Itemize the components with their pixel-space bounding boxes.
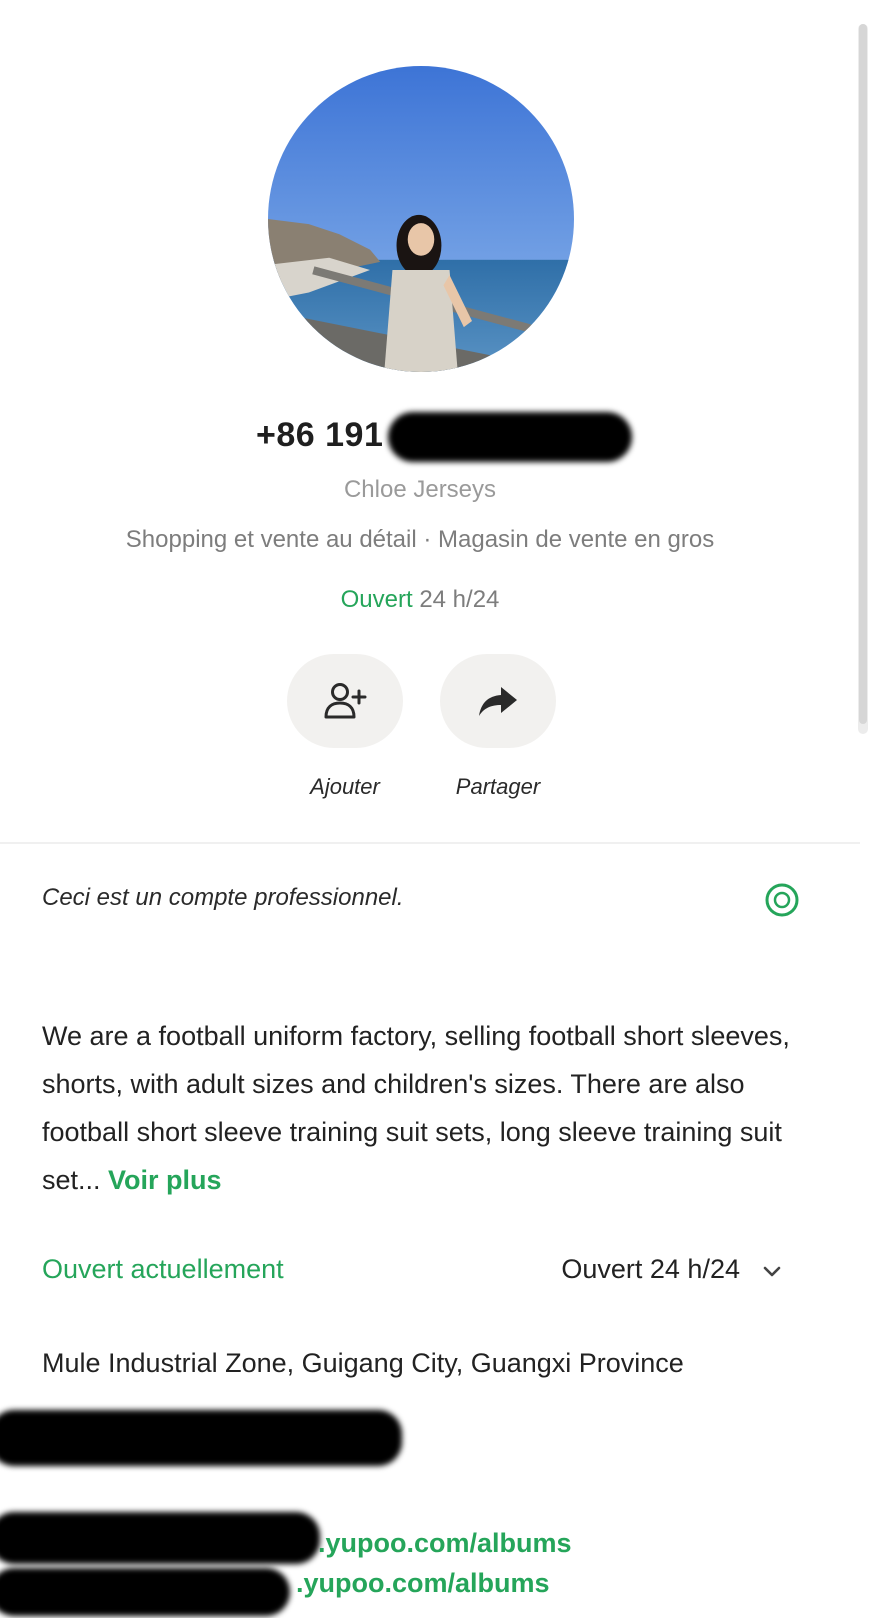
profile-avatar[interactable] <box>268 66 574 372</box>
hours-summary: Ouvert 24 h/24 <box>0 586 840 614</box>
redaction-bar <box>388 412 632 462</box>
scrollbar-thumb[interactable] <box>859 24 867 724</box>
add-contact-button[interactable]: Ajouter <box>285 654 405 800</box>
open-now-status: Ouvert actuellement <box>42 1254 284 1284</box>
website-link[interactable]: .yupoo.com/albums <box>296 1568 550 1599</box>
phone-number-row: +86 191 <box>0 412 840 462</box>
share-circle[interactable] <box>440 654 556 748</box>
add-contact-icon <box>324 683 367 719</box>
add-contact-label: Ajouter <box>310 774 380 799</box>
business-name: Chloe Jerseys <box>343 476 497 503</box>
share-label: Partager <box>455 774 541 799</box>
share-arrow-icon <box>479 687 517 716</box>
redaction-bar <box>0 1410 402 1466</box>
info-icon[interactable] <box>764 882 800 918</box>
redaction-bar <box>0 1568 290 1616</box>
hours-duration: 24 h/24 <box>419 586 500 613</box>
business-description: We are a football uniform factory, selli… <box>42 1012 802 1204</box>
section-divider <box>0 842 860 844</box>
hours-detail: Ouvert 24 h/24 <box>561 1254 740 1284</box>
scrollbar[interactable] <box>858 24 868 734</box>
website-link[interactable]: .yupoo.com/albums <box>318 1528 572 1559</box>
share-button[interactable]: Partager <box>438 654 558 800</box>
redaction-bar <box>0 1512 320 1564</box>
see-more-link[interactable]: Voir plus <box>108 1165 222 1195</box>
business-address[interactable]: Mule Industrial Zone, Guigang City, Guan… <box>42 1348 684 1379</box>
phone-number[interactable]: +86 191 <box>256 416 383 455</box>
add-contact-circle[interactable] <box>287 654 403 748</box>
business-account-notice: Ceci est un compte professionnel. <box>42 884 404 911</box>
hours-open-status: Ouvert <box>340 586 413 613</box>
business-hours-row[interactable]: Ouvert actuellement Ouvert 24 h/24 <box>42 1250 800 1290</box>
chevron-down-icon[interactable] <box>758 1258 786 1286</box>
business-category: Shopping et vente au détail · Magasin de… <box>125 526 715 553</box>
